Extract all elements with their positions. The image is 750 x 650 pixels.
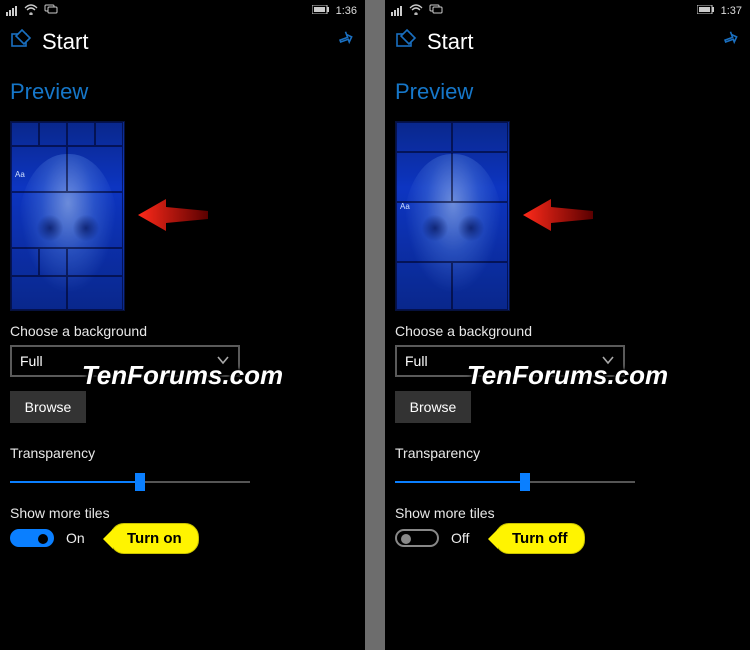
text-size-indicator: Aa [400,202,410,211]
page-header: Start [0,20,365,65]
annotation-bubble: Turn on [110,523,199,554]
battery-icon [312,5,330,17]
background-select-value: Full [20,353,43,369]
background-select[interactable]: Full [10,345,240,377]
toggle-state-text: On [66,530,85,546]
background-select[interactable]: Full [395,345,625,377]
annotation-bubble: Turn off [495,523,585,554]
messages-icon [44,4,58,18]
show-more-tiles-label: Show more tiles [395,505,740,521]
background-select-value: Full [405,353,428,369]
browse-button[interactable]: Browse [395,391,471,423]
choose-background-label: Choose a background [10,323,355,339]
signal-icon [6,6,18,16]
transparency-slider[interactable] [10,471,250,483]
chevron-down-icon [601,353,615,370]
annotation-arrow-icon [138,193,208,242]
battery-icon [697,5,715,17]
status-bar: 1:36 [0,0,365,20]
annotation-arrow-icon [523,193,593,242]
phone-screenshot-left: 1:36 Start Preview [0,0,365,650]
show-more-tiles-toggle[interactable] [10,529,54,547]
browse-button[interactable]: Browse [10,391,86,423]
pin-icon[interactable] [722,30,740,53]
show-more-tiles-label: Show more tiles [10,505,355,521]
preview-heading: Preview [10,79,355,105]
transparency-label: Transparency [395,445,740,461]
clock-text: 1:36 [336,5,357,17]
status-bar: 1:37 [385,0,750,20]
preview-heading: Preview [395,79,740,105]
personalize-icon[interactable] [10,28,32,55]
text-size-indicator: Aa [15,170,25,179]
show-more-tiles-toggle[interactable] [395,529,439,547]
personalize-icon[interactable] [395,28,417,55]
toggle-state-text: Off [451,530,469,546]
chevron-down-icon [216,353,230,370]
messages-icon [429,4,443,18]
transparency-slider[interactable] [395,471,635,483]
clock-text: 1:37 [721,5,742,17]
pin-icon[interactable] [337,30,355,53]
start-preview-thumbnail: Aa [395,121,510,311]
wifi-icon [409,4,423,18]
choose-background-label: Choose a background [395,323,740,339]
page-header: Start [385,20,750,65]
signal-icon [391,6,403,16]
phone-screenshot-right: 1:37 Start Preview [385,0,750,650]
wifi-icon [24,4,38,18]
page-title: Start [427,29,473,55]
transparency-label: Transparency [10,445,355,461]
start-preview-thumbnail: Aa [10,121,125,311]
page-title: Start [42,29,88,55]
